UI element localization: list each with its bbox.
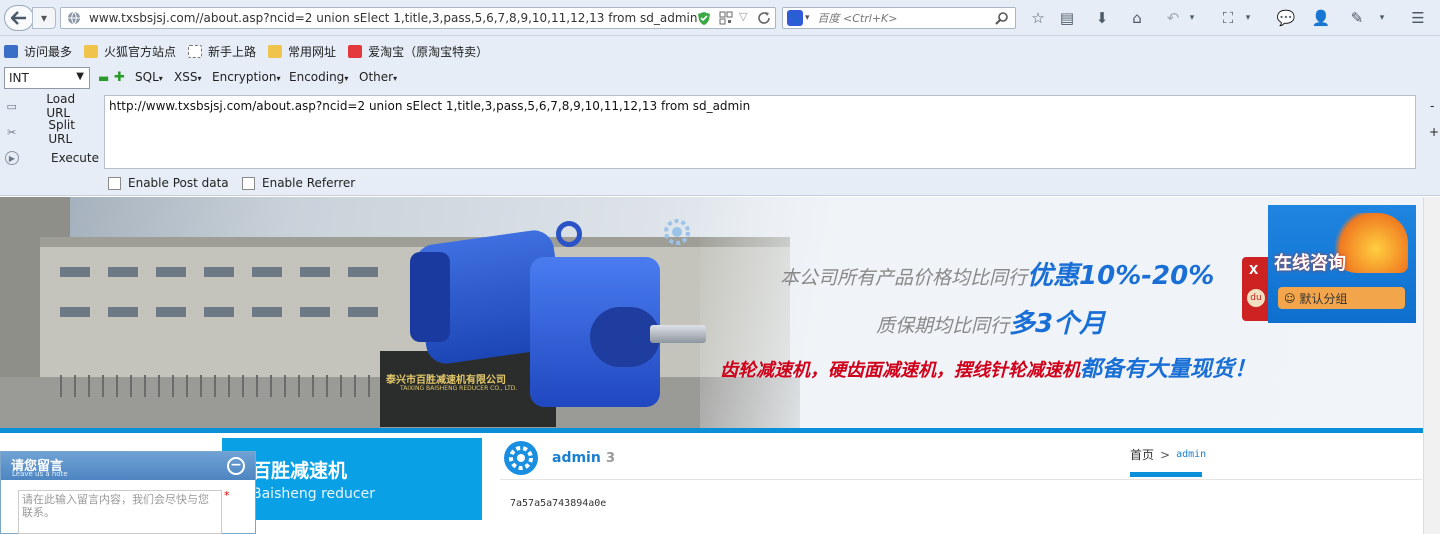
search-input[interactable]: 百度 <Ctrl+K> — [818, 10, 898, 26]
back-button[interactable] — [4, 5, 34, 31]
bookmark-common-sites[interactable]: 常用网址 — [268, 43, 336, 60]
consult-tab[interactable]: X du — [1242, 257, 1270, 321]
side-category-header: 百胜减速机 Baisheng reducer — [222, 438, 482, 520]
breadcrumb-home-link[interactable]: 首页 — [1130, 446, 1154, 463]
back-arrow-icon — [11, 11, 26, 25]
default-group-button[interactable]: ☺ 默认分组 — [1278, 287, 1405, 309]
expand-button[interactable]: + — [1429, 125, 1439, 139]
bookmark-getting-started[interactable]: 新手上路 — [188, 43, 256, 60]
consult-title: 在线咨询 — [1274, 253, 1346, 274]
shield-icon — [698, 12, 710, 25]
breadcrumb-separator: > — [1160, 447, 1171, 462]
crop-icon[interactable]: ⛶ — [1218, 8, 1238, 28]
menu-other[interactable]: Other▾ — [359, 70, 397, 84]
close-icon[interactable]: X — [1249, 263, 1258, 277]
load-url-button[interactable]: ▭ Load URL — [0, 92, 100, 120]
gear-icon — [504, 441, 538, 475]
split-url-button[interactable]: ✂ Split URL — [0, 118, 100, 146]
side-title: 百胜减速机 — [252, 460, 348, 482]
play-icon: ▶ — [5, 151, 19, 165]
breadcrumb: 首页 > admin — [1130, 446, 1206, 463]
bookmark-star-icon[interactable]: ☆ — [1028, 8, 1048, 28]
leave-note-widget: 请您留言 Leave us a note − 请在此输入留言内容，我们会尽快与您… — [0, 451, 256, 534]
side-subtitle: Baisheng reducer — [252, 486, 375, 502]
most-visited-icon — [4, 44, 18, 58]
chevron-down-icon: ▾ — [40, 11, 48, 25]
article-header: admin 3 首页 > admin — [500, 436, 1422, 480]
user-icon[interactable]: 👤 — [1311, 8, 1331, 28]
chevron-down-icon[interactable]: ▾ — [1238, 8, 1258, 28]
scissors-icon: ✂ — [7, 125, 17, 139]
taobao-icon — [348, 44, 363, 58]
slogan-warranty: 质保期均比同行多3个月 — [876, 309, 1106, 339]
dotted-page-icon — [188, 44, 203, 58]
menu-encoding[interactable]: Encoding▾ — [289, 70, 348, 84]
search-icon[interactable] — [995, 11, 1009, 25]
history-dropdown-button[interactable]: ▾ — [32, 7, 56, 29]
type-select[interactable]: INT ▼ — [4, 67, 90, 89]
chevron-down-icon[interactable]: ▾ — [1372, 8, 1392, 28]
required-mark: * — [224, 489, 230, 502]
qq-icon: ☺ — [1284, 291, 1296, 305]
bookmark-aitaobao[interactable]: 爱淘宝（原淘宝特卖） — [348, 43, 488, 60]
bookmark-most-visited[interactable]: 访问最多 — [4, 43, 72, 60]
reload-icon[interactable] — [757, 11, 771, 25]
search-bar[interactable]: 🐾 ▾ 百度 <Ctrl+K> — [782, 7, 1016, 29]
plus-icon[interactable]: ✚ — [114, 70, 125, 85]
breadcrumb-underline — [1130, 472, 1202, 477]
article-title: admin — [552, 450, 601, 466]
leave-note-header[interactable]: 请您留言 Leave us a note − — [1, 452, 255, 480]
gear-icon — [664, 219, 690, 245]
article-body: 7a57a5a743894a0e — [510, 498, 607, 509]
bookmark-firefox-official[interactable]: 火狐官方站点 — [84, 43, 176, 60]
slogan-price: 本公司所有产品价格均比同行优惠10%-20% — [780, 261, 1215, 291]
baidu-paw-icon: du — [1247, 289, 1265, 307]
article-count: 3 — [606, 451, 616, 466]
chevron-down-icon[interactable]: ▾ — [1182, 8, 1202, 28]
checkbox-box[interactable] — [108, 176, 121, 190]
dropdown-arrow-icon[interactable]: ▽ — [739, 10, 747, 23]
enable-referrer-checkbox[interactable]: Enable Referrer — [242, 176, 355, 190]
menu-encryption[interactable]: Encryption▾ — [212, 70, 280, 84]
breadcrumb-current: admin — [1176, 449, 1207, 460]
online-consult-widget[interactable]: X du 在线咨询 ☺ 默认分组 — [1242, 205, 1416, 323]
hackbar-query-textarea[interactable]: http://www.txsbsjsj.com/about.asp?ncid=2… — [104, 95, 1416, 169]
banner-divider — [0, 428, 1423, 433]
load-url-icon: ▭ — [6, 99, 17, 113]
collapse-icon[interactable]: − — [227, 457, 245, 475]
page-scrollbar[interactable] — [1423, 197, 1440, 534]
chat-bubble-icon[interactable]: 💬 — [1276, 8, 1296, 28]
url-bar[interactable]: www.txsbsjsj.com//about.asp?ncid=2 union… — [60, 7, 776, 29]
folder-icon — [84, 44, 99, 58]
hackbar-panel: INT ▼ ▬ ✚ SQL▾ XSS▾ Encryption▾ Encoding… — [0, 66, 1440, 196]
enable-post-checkbox[interactable]: Enable Post data — [108, 176, 229, 190]
chevron-down-icon: ▼ — [76, 71, 84, 82]
menu-icon[interactable]: ☰ — [1408, 8, 1428, 28]
download-icon[interactable]: ⬇ — [1092, 8, 1112, 28]
home-icon[interactable]: ⌂ — [1127, 8, 1147, 28]
browser-toolbar: ▾ www.txsbsjsj.com//about.asp?ncid=2 uni… — [0, 0, 1440, 36]
message-textarea[interactable]: 请在此输入留言内容，我们会尽快与您联系。 — [18, 490, 222, 534]
folder-icon — [268, 44, 283, 58]
extension-icon[interactable]: ✎ — [1347, 8, 1367, 28]
execute-button[interactable]: ▶ Execute — [0, 146, 100, 170]
bookmarks-bar: 访问最多 火狐官方站点 新手上路 常用网址 爱淘宝（原淘宝特卖） — [0, 36, 1440, 66]
search-engine-dropdown-icon[interactable]: ▾ — [805, 13, 810, 23]
minus-icon[interactable]: ▬ — [98, 71, 109, 85]
globe-icon — [68, 11, 80, 25]
menu-xss[interactable]: XSS▾ — [174, 70, 201, 84]
checkbox-box[interactable] — [242, 176, 255, 190]
leave-note-subtitle: Leave us a note — [12, 470, 68, 478]
url-text[interactable]: www.txsbsjsj.com//about.asp?ncid=2 union… — [89, 11, 697, 25]
reading-list-icon[interactable]: ▤ — [1057, 8, 1077, 28]
hero-banner: 泰兴市百胜减速机有限公司 TAIXING BAISHENG REDUCER CO… — [0, 197, 1423, 429]
baidu-paw-icon: 🐾 — [787, 10, 803, 26]
menu-sql[interactable]: SQL▾ — [135, 70, 163, 84]
shrink-button[interactable]: - — [1430, 99, 1434, 113]
slogan-stock: 齿轮减速机，硬齿面减速机，摆线针轮减速机都备有大量现货！ — [720, 357, 1257, 382]
qr-code-icon[interactable] — [719, 11, 733, 25]
undo-icon[interactable]: ↶ — [1163, 8, 1183, 28]
